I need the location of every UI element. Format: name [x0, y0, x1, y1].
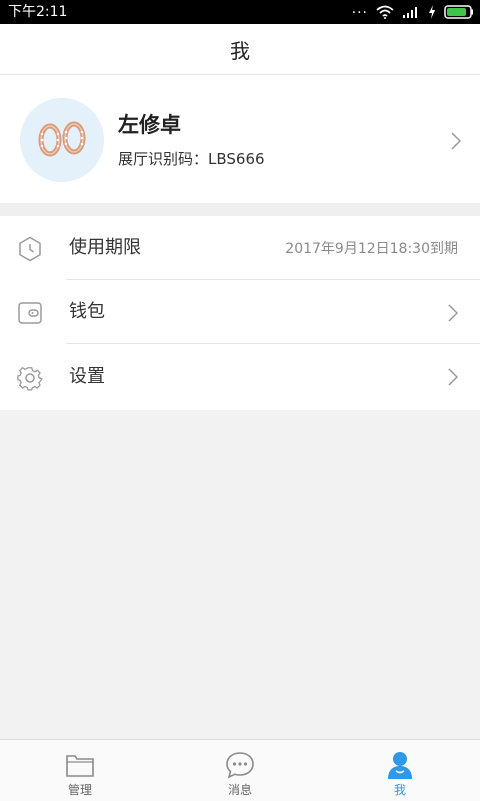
more-dots-icon: ...	[351, 1, 368, 17]
chat-icon	[226, 752, 254, 779]
earrings-photo-icon	[20, 98, 104, 182]
page-title: 我	[230, 38, 250, 63]
status-icons: ...	[351, 1, 474, 21]
person-icon	[388, 752, 412, 779]
wifi-icon	[376, 5, 394, 19]
bottom-tab-bar: 管理 消息 我	[0, 739, 480, 801]
charging-icon	[429, 5, 435, 19]
avatar	[20, 98, 104, 182]
wallet-icon	[18, 302, 42, 324]
clock-icon	[19, 236, 41, 262]
chevron-right-icon	[448, 304, 458, 322]
battery-icon	[444, 5, 473, 19]
tab-label-messages: 消息	[227, 783, 252, 797]
section-gap	[0, 203, 480, 216]
showroom-code: 展厅识别码：LBS666	[118, 148, 265, 169]
showroom-code-label: 展厅识别码：	[118, 150, 209, 168]
tab-label-me: 我	[393, 783, 406, 797]
menu-item-settings[interactable]: 设置	[0, 344, 480, 410]
status-time: 下午2:11	[8, 4, 68, 20]
menu-item-wallet[interactable]: 钱包	[0, 280, 480, 344]
signal-icon	[403, 7, 417, 18]
gear-icon	[17, 366, 43, 391]
chevron-right-icon	[451, 132, 461, 150]
tab-messages[interactable]: 消息	[160, 740, 320, 801]
tab-manage[interactable]: 管理	[0, 740, 160, 801]
tab-label-manage: 管理	[67, 783, 92, 797]
folder-icon	[66, 755, 94, 777]
title-bar: 我	[0, 24, 480, 75]
menu-label-wallet: 钱包	[69, 301, 105, 322]
showroom-code-value: LBS666	[208, 150, 265, 168]
menu-label-usage-period: 使用期限	[69, 237, 141, 258]
menu-item-usage-period[interactable]: 使用期限 2017年9月12日18:30到期	[0, 216, 480, 280]
tab-me[interactable]: 我	[320, 740, 480, 801]
chevron-right-icon	[448, 368, 458, 386]
menu-label-settings: 设置	[69, 366, 105, 387]
profile-name: 左修卓	[118, 113, 181, 137]
status-bar: 下午2:11 ...	[0, 0, 480, 24]
expiry-date: 2017年9月12日18:30到期	[285, 241, 458, 257]
profile-card[interactable]: 左修卓 展厅识别码：LBS666	[0, 75, 480, 203]
